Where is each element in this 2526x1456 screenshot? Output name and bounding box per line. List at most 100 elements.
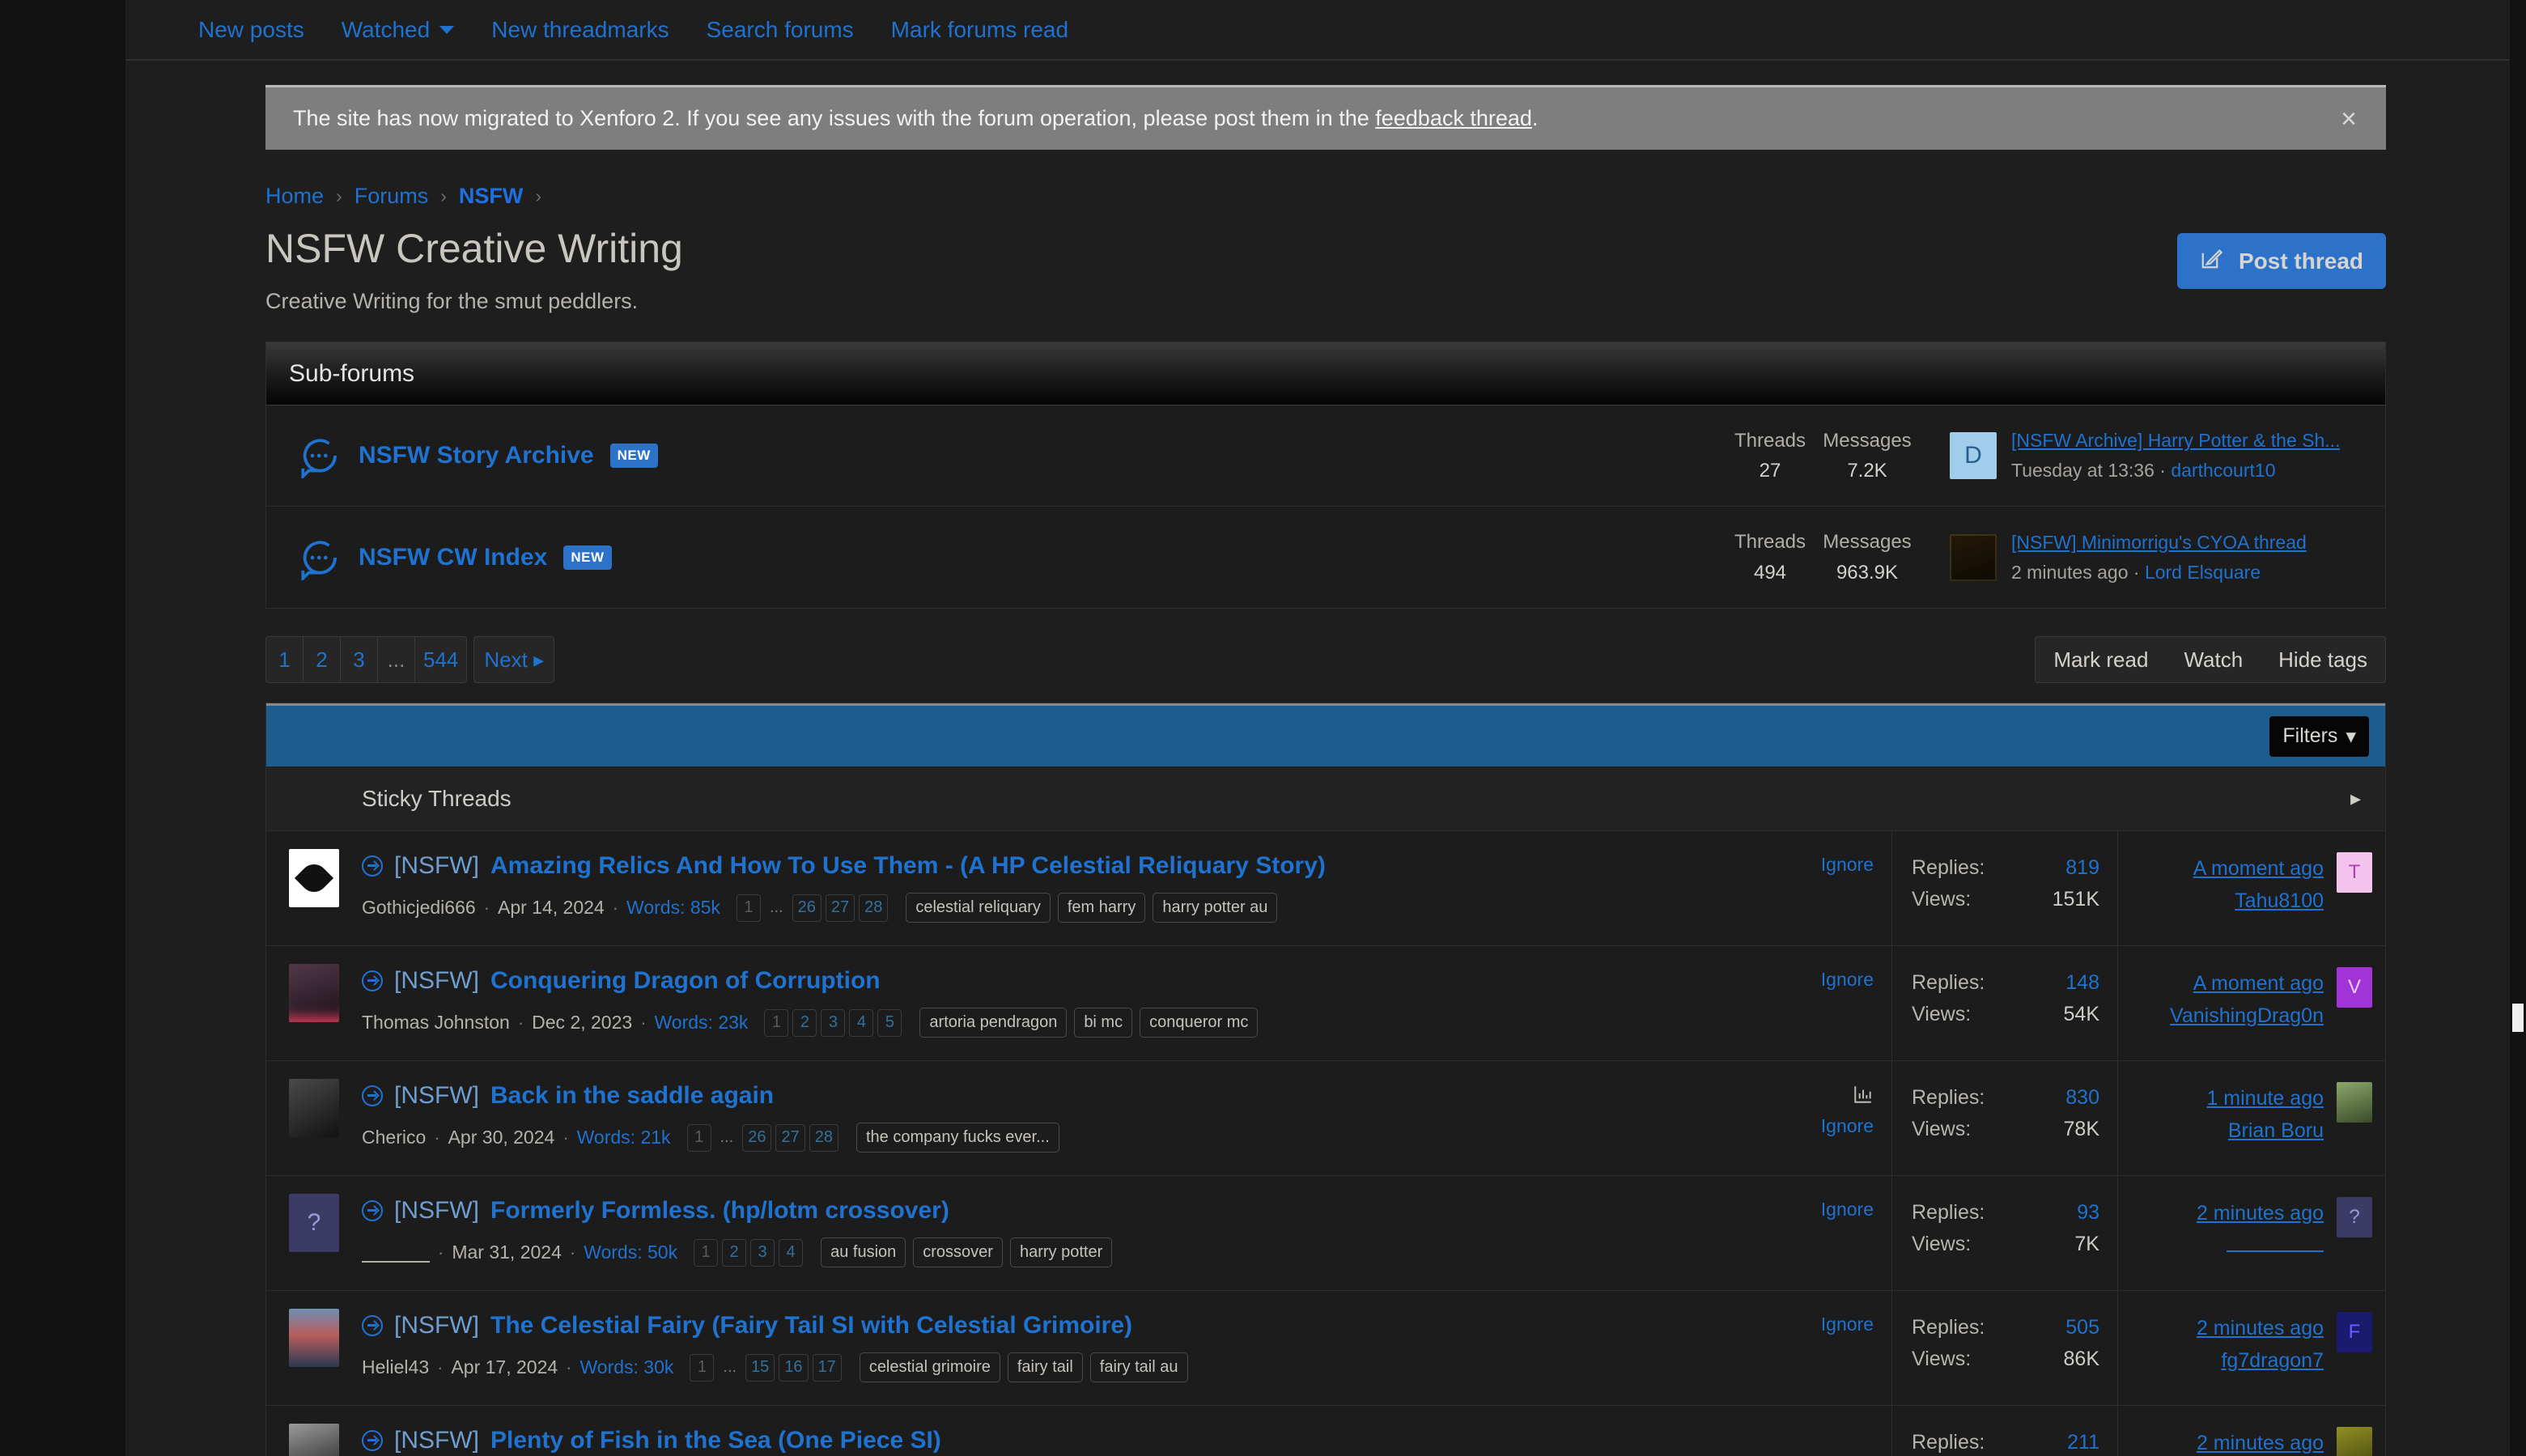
avatar[interactable]: [289, 1309, 339, 1367]
tag[interactable]: the company fucks ever...: [855, 1123, 1059, 1152]
nav-new-posts[interactable]: New posts: [198, 17, 304, 43]
tag[interactable]: celestial grimoire: [859, 1352, 1000, 1382]
thread-page-link[interactable]: 26: [792, 894, 821, 922]
thread-page-link[interactable]: 5: [877, 1008, 902, 1037]
last-post-title-link[interactable]: [NSFW] Minimorrigu's CYOA thread: [2011, 528, 2307, 558]
last-post-user-link[interactable]: Lord Elsquare: [2145, 562, 2261, 583]
hide-tags-button[interactable]: Hide tags: [2261, 647, 2385, 673]
nav-watched[interactable]: Watched: [342, 17, 455, 43]
filters-button[interactable]: Filters ▾: [2269, 715, 2369, 757]
thread-page-link[interactable]: 27: [775, 1123, 805, 1152]
thread-page-link[interactable]: 16: [779, 1353, 809, 1382]
thread-author[interactable]: Thomas Johnston: [362, 1012, 510, 1034]
avatar[interactable]: T: [2337, 852, 2372, 893]
avatar[interactable]: F: [2337, 1312, 2372, 1352]
last-post-title-link[interactable]: [NSFW Archive] Harry Potter & the Sh...: [2011, 426, 2340, 456]
ignore-link[interactable]: Ignore: [1821, 1199, 1874, 1220]
table-row[interactable]: [NSFW] Back in the saddle again Cherico …: [266, 1061, 2385, 1176]
thread-page-link[interactable]: 4: [779, 1238, 804, 1267]
last-post-time[interactable]: 2 minutes ago: [2197, 1427, 2324, 1456]
breadcrumb-item-nsfw[interactable]: NSFW: [459, 184, 523, 209]
avatar[interactable]: [289, 1079, 339, 1137]
thread-author[interactable]: Gothicjedi666: [362, 897, 476, 919]
watch-button[interactable]: Watch: [2166, 647, 2261, 673]
post-thread-button[interactable]: Post thread: [2176, 233, 2386, 289]
thread-title-link[interactable]: Plenty of Fish in the Sea (One Piece SI): [490, 1427, 941, 1454]
ignore-link[interactable]: Ignore: [1821, 1115, 1874, 1137]
unread-indicator-icon[interactable]: [362, 1315, 383, 1336]
avatar[interactable]: [1950, 533, 1997, 581]
last-post-user-link[interactable]: fg7dragon7: [2197, 1344, 2324, 1377]
tag[interactable]: fairy tail au: [1089, 1352, 1188, 1382]
thread-title-link[interactable]: The Celestial Fairy (Fairy Tail SI with …: [490, 1312, 1132, 1339]
nav-search-forums[interactable]: Search forums: [707, 17, 854, 43]
nav-mark-forums-read[interactable]: Mark forums read: [891, 17, 1068, 43]
thread-page-link[interactable]: 1: [694, 1238, 719, 1267]
last-post-time[interactable]: A moment ago: [2170, 967, 2324, 1000]
tag[interactable]: conqueror mc: [1140, 1008, 1259, 1038]
nav-new-threadmarks[interactable]: New threadmarks: [491, 17, 669, 43]
close-icon[interactable]: ×: [2341, 105, 2357, 133]
thread-page-link[interactable]: 17: [812, 1353, 842, 1382]
thread-page-link[interactable]: 26: [742, 1123, 772, 1152]
subforum-row[interactable]: NSFW CW Index NEW Threads 494 Messages 9…: [266, 507, 2385, 608]
last-post-time[interactable]: A moment ago: [2193, 852, 2324, 885]
thread-page-link[interactable]: 3: [750, 1238, 775, 1267]
ignore-link[interactable]: Ignore: [1821, 854, 1874, 876]
tag[interactable]: celestial reliquary: [906, 893, 1051, 923]
sticky-threads-header[interactable]: Sticky Threads ▸: [266, 766, 2385, 831]
last-post-user-link[interactable]: darthcourt10: [2171, 460, 2275, 481]
unread-indicator-icon[interactable]: [362, 1430, 383, 1451]
tag[interactable]: crossover: [913, 1237, 1003, 1267]
thread-author[interactable]: Cherico: [362, 1127, 426, 1148]
thread-author[interactable]: [362, 1243, 430, 1263]
thread-title-link[interactable]: Formerly Formless. (hp/lotm crossover): [490, 1197, 949, 1225]
scrollbar[interactable]: [2510, 0, 2526, 1456]
avatar[interactable]: V: [2337, 967, 2372, 1008]
table-row[interactable]: [NSFW] Conquering Dragon of Corruption T…: [266, 946, 2385, 1061]
thread-page-link[interactable]: 4: [849, 1008, 874, 1037]
mark-read-button[interactable]: Mark read: [2036, 647, 2166, 673]
tag[interactable]: au fusion: [821, 1237, 906, 1267]
unread-indicator-icon[interactable]: [362, 855, 383, 877]
subforum-title-link[interactable]: NSFW Story Archive: [359, 442, 594, 469]
avatar[interactable]: [2337, 1082, 2372, 1123]
breadcrumb-item-home[interactable]: Home: [265, 184, 324, 209]
page-3[interactable]: 3: [341, 637, 378, 682]
last-post-user-link[interactable]: Tahu8100: [2193, 885, 2324, 917]
thread-page-link[interactable]: 1: [736, 894, 761, 922]
table-row[interactable]: [NSFW] Plenty of Fish in the Sea (One Pi…: [266, 1406, 2385, 1456]
thread-page-link[interactable]: 1: [764, 1008, 789, 1037]
page-1[interactable]: 1: [266, 637, 304, 682]
tag[interactable]: fairy tail: [1007, 1352, 1083, 1382]
tag[interactable]: harry potter au: [1153, 893, 1278, 923]
page-2[interactable]: 2: [304, 637, 341, 682]
table-row[interactable]: [NSFW] Amazing Relics And How To Use The…: [266, 831, 2385, 946]
avatar[interactable]: [2337, 1427, 2372, 1456]
next-page-button[interactable]: Next ▸: [473, 636, 555, 683]
tag[interactable]: harry potter: [1009, 1237, 1113, 1267]
thread-page-link[interactable]: 28: [809, 1123, 838, 1152]
thread-title-link[interactable]: Amazing Relics And How To Use Them - (A …: [490, 852, 1326, 880]
tag[interactable]: artoria pendragon: [919, 1008, 1068, 1038]
thread-title-link[interactable]: Conquering Dragon of Corruption: [490, 967, 881, 995]
last-post-time[interactable]: 2 minutes ago: [2197, 1197, 2324, 1229]
last-post-time[interactable]: 2 minutes ago: [2197, 1312, 2324, 1344]
thread-page-link[interactable]: 1: [686, 1123, 711, 1152]
avatar[interactable]: [289, 1424, 339, 1456]
ignore-link[interactable]: Ignore: [1821, 1314, 1874, 1335]
avatar[interactable]: ?: [289, 1194, 339, 1252]
thread-author[interactable]: Heliel43: [362, 1356, 429, 1378]
tag[interactable]: fem harry: [1057, 893, 1146, 923]
ignore-link[interactable]: Ignore: [1821, 969, 1874, 991]
breadcrumb-item-forums[interactable]: Forums: [354, 184, 429, 209]
table-row[interactable]: [NSFW] The Celestial Fairy (Fairy Tail S…: [266, 1291, 2385, 1406]
thread-page-link[interactable]: 3: [821, 1008, 846, 1037]
last-post-time[interactable]: 1 minute ago: [2206, 1082, 2324, 1114]
unread-indicator-icon[interactable]: [362, 970, 383, 991]
table-row[interactable]: ? [NSFW] Formerly Formless. (hp/lotm cro…: [266, 1176, 2385, 1291]
last-post-user-link[interactable]: [2227, 1231, 2324, 1252]
thread-page-link[interactable]: 1: [690, 1353, 715, 1382]
unread-indicator-icon[interactable]: [362, 1200, 383, 1221]
thread-title-link[interactable]: Back in the saddle again: [490, 1082, 774, 1110]
